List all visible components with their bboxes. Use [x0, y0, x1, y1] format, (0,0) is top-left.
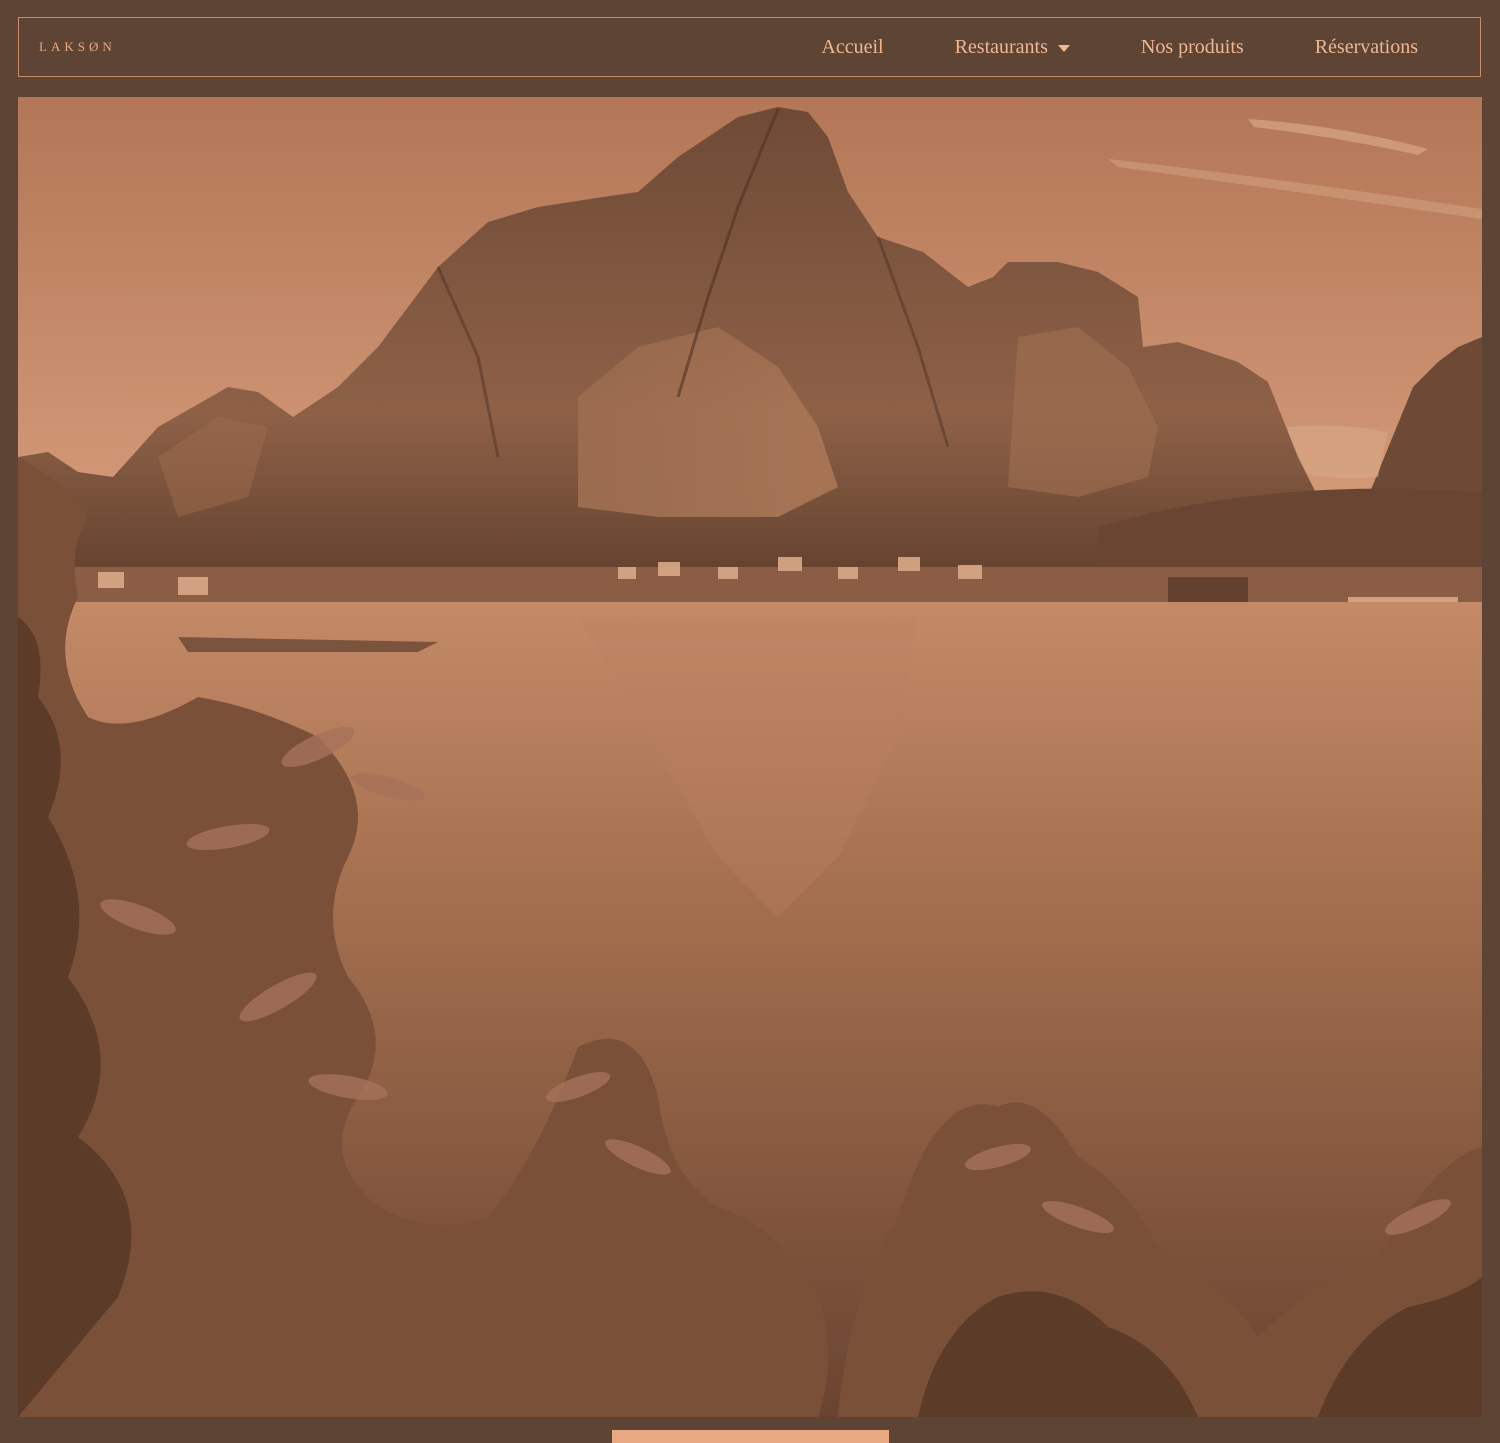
nav-item-reservations[interactable]: Réservations	[1315, 37, 1418, 57]
nav-links: Accueil Restaurants Nos produits Réserva…	[821, 18, 1418, 76]
nav-item-label: Réservations	[1314, 36, 1418, 58]
nav-item-label: Restaurants	[954, 36, 1048, 58]
nav-item-label: Accueil	[821, 36, 884, 58]
landscape-illustration	[18, 97, 1482, 1417]
nav-item-accueil[interactable]: Accueil	[821, 37, 883, 57]
nav-item-label: Nos produits	[1140, 36, 1244, 58]
chevron-down-icon	[1057, 44, 1070, 52]
nav-item-nos-produits[interactable]: Nos produits	[1141, 37, 1244, 57]
hero-image	[18, 97, 1482, 1417]
navbar: LAKSØN Accueil Restaurants Nos produits …	[18, 17, 1481, 77]
bottom-tab[interactable]	[612, 1430, 889, 1443]
nav-item-restaurants[interactable]: Restaurants	[955, 37, 1070, 57]
logo[interactable]: LAKSØN	[39, 39, 116, 55]
